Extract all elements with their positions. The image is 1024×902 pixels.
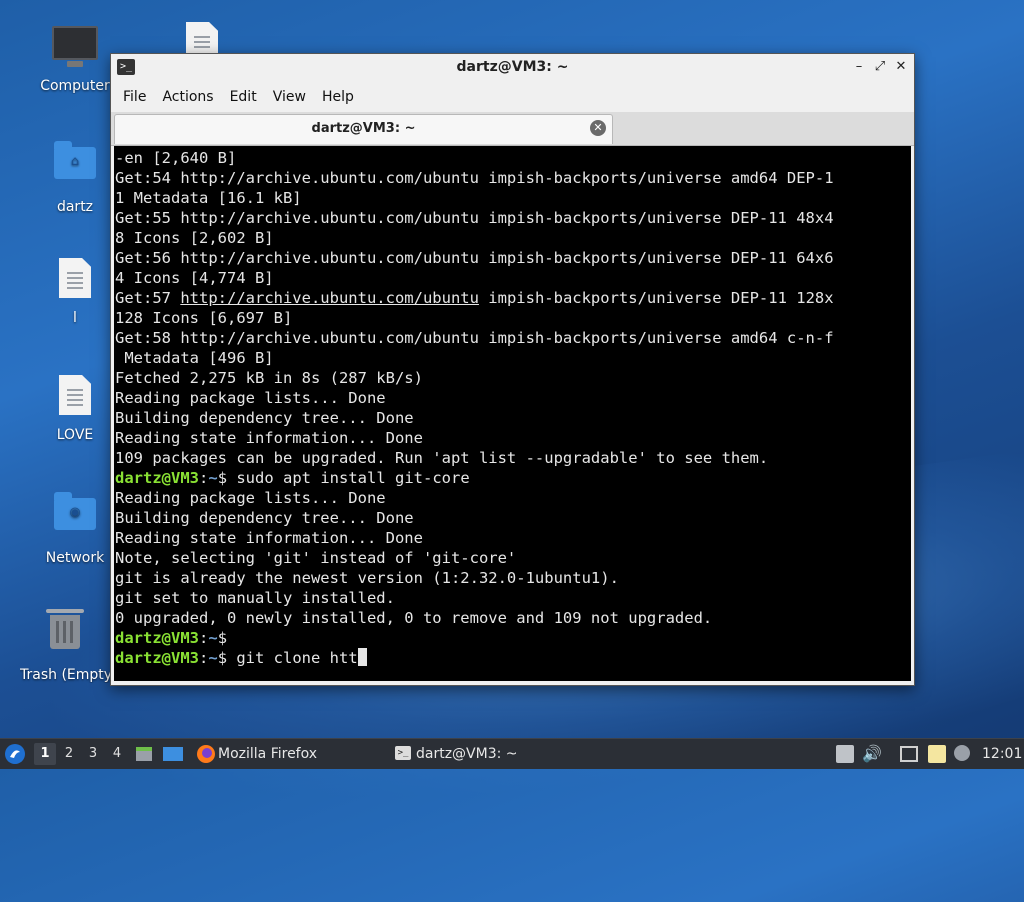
terminal-line: git set to manually installed. xyxy=(115,589,395,607)
taskbar-terminal[interactable]: >_ dartz@VM3: ~ xyxy=(390,739,570,769)
terminal-line: git is already the newest version (1:2.3… xyxy=(115,569,619,587)
workspace-2[interactable]: 2 xyxy=(58,743,80,765)
home-folder-icon: ⌂ xyxy=(54,141,96,179)
tab-label: dartz@VM3: ~ xyxy=(311,121,416,136)
prompt-user: dartz@VM3 xyxy=(115,469,199,487)
prompt-command: $ sudo apt install git-core xyxy=(217,469,470,487)
firefox-icon xyxy=(197,745,215,763)
prompt-command[interactable]: $ git clone htt xyxy=(218,649,358,667)
menu-edit[interactable]: Edit xyxy=(222,89,265,105)
app-menu-button[interactable] xyxy=(4,739,28,769)
terminal-line: Reading package lists... Done xyxy=(115,489,386,507)
computer-icon xyxy=(52,26,98,67)
file-manager-icon xyxy=(136,747,152,761)
terminal-line: Metadata [496 B] xyxy=(115,349,274,367)
volume-icon[interactable]: 🔊 xyxy=(862,739,882,769)
workspace-4[interactable]: 4 xyxy=(106,743,128,765)
terminal-output[interactable]: -en [2,640 B] Get:54 http://archive.ubunt… xyxy=(114,146,911,681)
minimize-icon[interactable]: – xyxy=(850,58,868,76)
tab-bar: dartz@VM3: ~ ✕ xyxy=(111,112,914,146)
terminal-line: Reading state information... Done xyxy=(115,429,423,447)
close-icon[interactable]: ✕ xyxy=(892,58,910,76)
terminal-line: Fetched 2,275 kB in 8s (287 kB/s) xyxy=(115,369,423,387)
terminal-line: Get:54 http://archive.ubuntu.com/ubuntu … xyxy=(115,169,834,187)
taskbar-firefox-label: Mozilla Firefox xyxy=(218,746,318,762)
desktop-icon xyxy=(163,747,183,761)
prompt-separator: : xyxy=(199,649,209,667)
terminal-line: Get:57 http://archive.ubuntu.com/ubuntu … xyxy=(115,288,911,308)
prompt-user: dartz@VM3 xyxy=(115,629,199,647)
workspace-1[interactable]: 1 xyxy=(34,743,56,765)
window-titlebar[interactable]: >_ dartz@VM3: ~ – ⤢ ✕ xyxy=(111,54,914,82)
terminal-prompt-line: dartz@VM3:~$ git clone htt xyxy=(115,648,911,668)
taskbar-terminal-label: dartz@VM3: ~ xyxy=(416,746,518,762)
prompt-user: dartz@VM3 xyxy=(115,649,199,667)
network-icon[interactable] xyxy=(900,746,918,762)
trash-icon xyxy=(46,609,84,649)
maximize-icon[interactable]: ⤢ xyxy=(871,58,889,76)
terminal-line: 8 Icons [2,602 B] xyxy=(115,229,274,247)
menu-file[interactable]: File xyxy=(115,89,154,105)
prompt-separator: : xyxy=(199,469,209,487)
terminal-text: Get:57 xyxy=(115,289,181,307)
terminal-line: 128 Icons [6,697 B] xyxy=(115,309,293,327)
clipboard-icon[interactable] xyxy=(928,745,946,763)
menu-view[interactable]: View xyxy=(265,89,314,105)
workspace-3[interactable]: 3 xyxy=(82,743,104,765)
tab-terminal[interactable]: dartz@VM3: ~ ✕ xyxy=(114,114,613,144)
desktop-icon-label: Trash (Empty) xyxy=(20,667,110,683)
text-cursor xyxy=(357,648,367,666)
clock[interactable]: 12:01 xyxy=(982,739,1022,769)
terminal-line: Building dependency tree... Done xyxy=(115,509,414,527)
terminal-line: Reading package lists... Done xyxy=(115,389,386,407)
tray-updates-icon[interactable] xyxy=(836,745,854,763)
show-desktop-launcher[interactable] xyxy=(162,739,184,769)
notification-icon[interactable] xyxy=(954,745,970,761)
terminal-line: Building dependency tree... Done xyxy=(115,409,414,427)
terminal-app-icon: >_ xyxy=(395,746,411,760)
lubuntu-logo-icon xyxy=(5,744,25,764)
tab-close-icon[interactable]: ✕ xyxy=(590,120,606,136)
menu-help[interactable]: Help xyxy=(314,89,362,105)
prompt-path: ~ xyxy=(208,469,218,487)
terminal-line: 109 packages can be upgraded. Run 'apt l… xyxy=(115,449,769,467)
terminal-line: 0 upgraded, 0 newly installed, 0 to remo… xyxy=(115,609,713,627)
window-title: dartz@VM3: ~ xyxy=(456,59,569,75)
taskbar-firefox[interactable]: Mozilla Firefox xyxy=(194,739,374,769)
prompt-path: ~ xyxy=(208,629,218,647)
file-manager-launcher[interactable] xyxy=(134,739,156,769)
terminal-line: 4 Icons [4,774 B] xyxy=(115,269,274,287)
terminal-line: 1 Metadata [16.1 kB] xyxy=(115,189,302,207)
terminal-text: impish-backports/universe DEP-11 128x xyxy=(478,289,834,307)
terminal-link[interactable]: http://archive.ubuntu.com/ubuntu xyxy=(180,289,479,307)
terminal-prompt-line: dartz@VM3:~$ xyxy=(115,628,911,648)
prompt-path: ~ xyxy=(208,649,218,667)
terminal-prompt-line: dartz@VM3:~$ sudo apt install git-core xyxy=(115,468,911,488)
document-icon xyxy=(59,375,91,415)
document-icon xyxy=(59,258,91,298)
terminal-line: Note, selecting 'git' instead of 'git-co… xyxy=(115,549,517,567)
terminal-line: Get:55 http://archive.ubuntu.com/ubuntu … xyxy=(115,209,834,227)
terminal-line: -en [2,640 B] xyxy=(115,149,237,167)
menu-bar: File Actions Edit View Help xyxy=(111,82,914,112)
terminal-line: Get:58 http://archive.ubuntu.com/ubuntu … xyxy=(115,329,834,347)
prompt-separator: : xyxy=(199,629,209,647)
menu-actions[interactable]: Actions xyxy=(154,89,221,105)
prompt-command: $ xyxy=(217,629,228,647)
network-folder-icon: ◉ xyxy=(54,492,96,530)
terminal-window[interactable]: >_ dartz@VM3: ~ – ⤢ ✕ File Actions Edit … xyxy=(110,53,915,686)
desktop-icon-trash[interactable]: Trash (Empty) xyxy=(20,605,110,683)
terminal-line: Get:56 http://archive.ubuntu.com/ubuntu … xyxy=(115,249,834,267)
terminal-line: Reading state information... Done xyxy=(115,529,423,547)
taskbar: 1 2 3 4 Mozilla Firefox >_ dartz@VM3: ~ … xyxy=(0,738,1024,769)
